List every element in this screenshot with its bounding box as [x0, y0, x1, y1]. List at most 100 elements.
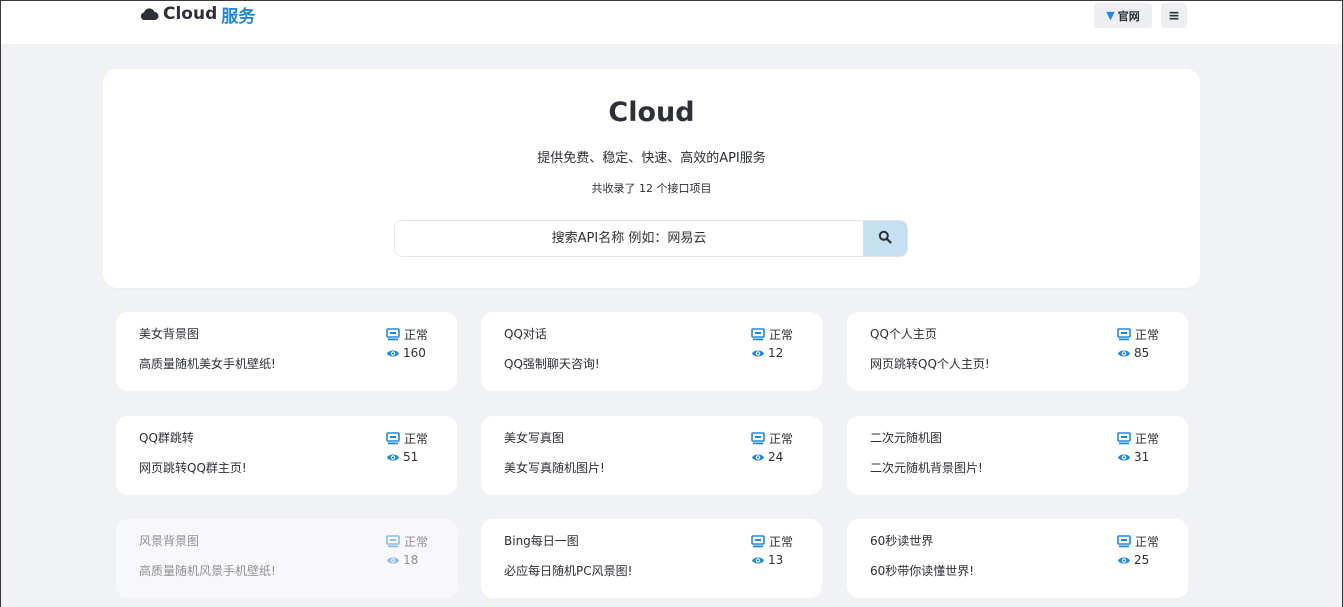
- eye-icon: [1117, 555, 1131, 566]
- cloud-icon: [139, 7, 159, 21]
- api-views-count: 24: [768, 450, 784, 464]
- api-views-count: 85: [1134, 346, 1150, 360]
- api-card-title: 风景背景图: [139, 534, 200, 548]
- monitor-icon: [1117, 432, 1131, 445]
- gem-icon: ▼: [1106, 9, 1115, 22]
- api-views: 13: [751, 553, 783, 567]
- hero-panel: Cloud 提供免费、稳定、快速、高效的API服务 共收录了 12 个接口项目: [103, 69, 1200, 288]
- navbar: Cloud 服务 ▼ 官网 ≡: [1, 1, 1342, 44]
- search-input[interactable]: [395, 221, 863, 256]
- api-views-count: 12: [768, 346, 784, 360]
- api-status: 正常: [751, 430, 793, 447]
- api-status: 正常: [1117, 533, 1159, 550]
- api-views-count: 25: [1134, 553, 1150, 567]
- api-card-description: 网页跳转QQ群主页!: [139, 461, 247, 475]
- api-views-count: 160: [403, 346, 426, 360]
- official-site-label: 官网: [1117, 9, 1140, 23]
- eye-icon: [751, 555, 765, 566]
- api-card-title: Bing每日一图: [504, 534, 579, 548]
- api-card-title: 美女写真图: [504, 431, 565, 445]
- brand-accent: 服务: [221, 6, 256, 27]
- api-card[interactable]: QQ对话 QQ强制聊天咨询! 正常 12: [481, 312, 822, 391]
- search-button[interactable]: [863, 221, 907, 256]
- api-card-title: 60秒读世界: [870, 534, 934, 548]
- eye-icon: [751, 348, 765, 359]
- monitor-icon: [1117, 328, 1131, 341]
- monitor-icon: [751, 432, 765, 445]
- api-card-title: 二次元随机图: [870, 431, 943, 445]
- api-status: 正常: [386, 533, 428, 550]
- monitor-icon: [751, 535, 765, 548]
- api-count-text: 共收录了 12 个接口项目: [591, 182, 712, 195]
- api-status-text: 正常: [404, 328, 429, 342]
- api-card[interactable]: 60秒读世界 60秒带你读懂世界! 正常 25: [847, 519, 1188, 598]
- api-card-description: QQ强制聊天咨询!: [504, 357, 600, 371]
- api-status-text: 正常: [1135, 535, 1160, 549]
- brand-logo[interactable]: Cloud 服务: [139, 3, 256, 27]
- api-views: 51: [386, 450, 418, 464]
- api-card-description: 网页跳转QQ个人主页!: [870, 357, 990, 371]
- api-card[interactable]: QQ个人主页 网页跳转QQ个人主页! 正常 85: [847, 312, 1188, 391]
- api-card-title: 美女背景图: [139, 327, 200, 341]
- api-status-text: 正常: [404, 432, 429, 446]
- monitor-icon: [751, 328, 765, 341]
- eye-icon: [751, 452, 765, 463]
- api-views: 25: [1117, 553, 1149, 567]
- hero-subtitle: 提供免费、稳定、快速、高效的API服务: [537, 151, 766, 166]
- api-views-count: 18: [403, 553, 419, 567]
- search-icon: [878, 230, 892, 247]
- api-views: 18: [386, 553, 418, 567]
- eye-icon: [386, 348, 400, 359]
- api-views-count: 31: [1134, 450, 1150, 464]
- page: Cloud 服务 ▼ 官网 ≡ Cloud 提供免费、稳定、快速、高效的API服…: [0, 0, 1343, 607]
- api-card-description: 高质量随机美女手机壁纸!: [139, 357, 276, 371]
- api-status-text: 正常: [769, 328, 794, 342]
- api-card-title: QQ对话: [504, 327, 547, 341]
- api-card-title: QQ个人主页: [870, 327, 937, 341]
- search-bar: [394, 220, 908, 257]
- api-card-description: 必应每日随机PC风景图!: [504, 564, 633, 578]
- api-status-text: 正常: [1135, 328, 1160, 342]
- api-views: 12: [751, 346, 783, 360]
- api-card-description: 60秒带你读懂世界!: [870, 564, 975, 578]
- brand-name: Cloud: [163, 4, 218, 24]
- eye-icon: [1117, 348, 1131, 359]
- api-card-description: 二次元随机背景图片!: [870, 461, 983, 475]
- api-status: 正常: [751, 326, 793, 343]
- monitor-icon: [386, 328, 400, 341]
- api-status: 正常: [1117, 326, 1159, 343]
- menu-button[interactable]: ≡: [1161, 3, 1187, 28]
- api-status: 正常: [386, 326, 428, 343]
- eye-icon: [386, 555, 400, 566]
- api-views-count: 51: [403, 450, 419, 464]
- api-card[interactable]: QQ群跳转 网页跳转QQ群主页! 正常 51: [116, 416, 457, 495]
- api-views: 31: [1117, 450, 1149, 464]
- api-card[interactable]: 美女背景图 高质量随机美女手机壁纸! 正常 160: [116, 312, 457, 391]
- official-site-button[interactable]: ▼ 官网: [1094, 3, 1152, 28]
- menu-icon: ≡: [1168, 7, 1180, 24]
- api-views-count: 13: [768, 553, 784, 567]
- api-views: 24: [751, 450, 783, 464]
- eye-icon: [1117, 452, 1131, 463]
- api-status: 正常: [1117, 430, 1159, 447]
- api-status: 正常: [751, 533, 793, 550]
- api-status-text: 正常: [404, 535, 429, 549]
- monitor-icon: [386, 535, 400, 548]
- api-status-text: 正常: [769, 535, 794, 549]
- api-status-text: 正常: [769, 432, 794, 446]
- api-card[interactable]: 美女写真图 美女写真随机图片! 正常 24: [481, 416, 822, 495]
- api-status-text: 正常: [1135, 432, 1160, 446]
- api-card[interactable]: 风景背景图 高质量随机风景手机壁纸! 正常 18: [116, 519, 457, 598]
- api-views: 160: [386, 346, 426, 360]
- api-card-title: QQ群跳转: [139, 431, 194, 445]
- api-card-description: 美女写真随机图片!: [504, 461, 605, 475]
- api-card[interactable]: Bing每日一图 必应每日随机PC风景图! 正常 13: [481, 519, 822, 598]
- api-card-description: 高质量随机风景手机壁纸!: [139, 564, 276, 578]
- eye-icon: [386, 452, 400, 463]
- hero-title: Cloud: [608, 97, 695, 128]
- api-status: 正常: [386, 430, 428, 447]
- monitor-icon: [386, 432, 400, 445]
- monitor-icon: [1117, 535, 1131, 548]
- api-views: 85: [1117, 346, 1149, 360]
- api-card[interactable]: 二次元随机图 二次元随机背景图片! 正常 31: [847, 416, 1188, 495]
